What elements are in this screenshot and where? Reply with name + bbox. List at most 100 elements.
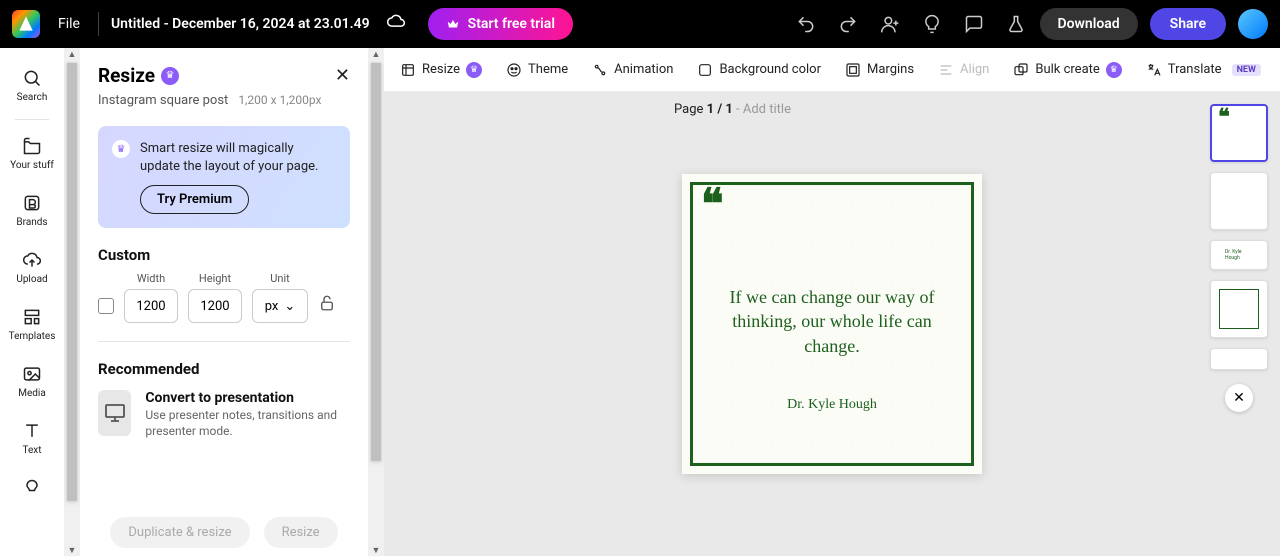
nav-upload[interactable]: Upload [0, 242, 64, 293]
nav-upload-label: Upload [16, 274, 47, 285]
promo-text: Smart resize will magically update the l… [140, 140, 336, 175]
start-trial-button[interactable]: Start free trial [428, 8, 573, 40]
panel-dimensions: 1,200 x 1,200px [238, 93, 321, 108]
cb-animation[interactable]: Animation [592, 62, 673, 78]
try-premium-button[interactable]: Try Premium [140, 185, 249, 214]
quote-frame[interactable]: ❝ If we can change our way of thinking, … [690, 182, 974, 466]
nav-media[interactable]: Media [0, 356, 64, 407]
user-avatar[interactable] [1238, 9, 1268, 39]
nav-more[interactable] [0, 470, 64, 506]
lightbulb-icon[interactable] [920, 12, 944, 36]
thumbnail-5[interactable] [1210, 348, 1268, 370]
cb-translate-label: Translate [1168, 62, 1222, 77]
thumbnail-1[interactable]: ❝ [1210, 104, 1268, 162]
panel-scrollbar-right[interactable]: ▲ ▼ [368, 48, 384, 556]
duplicate-resize-button[interactable]: Duplicate & resize [110, 517, 249, 548]
premium-promo: ♛ Smart resize will magically update the… [98, 126, 350, 228]
cb-align-label: Align [960, 62, 989, 77]
new-badge: NEW [1232, 64, 1261, 76]
custom-heading: Custom [98, 246, 350, 264]
nav-templates-label: Templates [9, 331, 56, 342]
beaker-icon[interactable] [1004, 12, 1028, 36]
height-input[interactable] [188, 289, 242, 323]
unit-value: px [265, 299, 279, 314]
invite-icon[interactable] [878, 12, 902, 36]
aspect-lock-checkbox[interactable] [98, 298, 114, 314]
cb-resize-label: Resize [422, 62, 460, 77]
artboard[interactable]: ❝ If we can change our way of thinking, … [682, 174, 982, 474]
close-thumbnails-button[interactable]: ✕ [1225, 384, 1253, 412]
file-menu[interactable]: File [52, 12, 86, 36]
nav-brands[interactable]: Brands [0, 185, 64, 236]
height-label: Height [199, 272, 231, 285]
nav-media-label: Media [18, 388, 46, 399]
canvas-stage[interactable]: Page 1 / 1 - Add title ❝ If we can chang… [384, 92, 1280, 556]
cb-margins-label: Margins [867, 62, 914, 77]
cb-theme[interactable]: Theme [506, 62, 568, 78]
page-thumbnails: ❝ Dr. Kyle Hough ✕ [1210, 104, 1268, 412]
quote-text[interactable]: If we can change our way of thinking, ou… [713, 285, 951, 358]
panel-title: Resize [98, 64, 155, 87]
cb-resize[interactable]: Resize ♛ [400, 62, 482, 78]
nav-search[interactable]: Search [0, 60, 64, 111]
scroll-up-icon[interactable]: ▲ [370, 48, 382, 60]
add-title-hint[interactable]: - Add title [733, 102, 791, 117]
promo-crown-icon: ♛ [112, 140, 130, 158]
download-button[interactable]: Download [1040, 8, 1138, 40]
context-toolbar: Resize ♛ Theme Animation Background colo… [384, 48, 1280, 92]
page-indicator[interactable]: Page 1 / 1 - Add title [674, 102, 791, 117]
cb-align: Align [938, 62, 989, 78]
cb-margins[interactable]: Margins [845, 62, 914, 78]
cloud-sync-icon[interactable] [386, 12, 406, 36]
divider [15, 119, 49, 120]
left-navigation: Search Your stuff Brands Upload Template… [0, 48, 64, 556]
rec-title: Convert to presentation [145, 390, 350, 406]
thumbnail-3[interactable]: Dr. Kyle Hough [1210, 240, 1268, 270]
premium-crown-icon: ♛ [1106, 62, 1122, 78]
premium-crown-icon: ♛ [161, 67, 179, 85]
quotation-mark-icon[interactable]: ❝ [701, 193, 724, 218]
thumbnail-4[interactable] [1210, 280, 1268, 338]
nav-text-label: Text [22, 445, 41, 456]
resize-button[interactable]: Resize [264, 517, 338, 548]
divider [98, 12, 99, 36]
width-input[interactable] [124, 289, 178, 323]
nav-templates[interactable]: Templates [0, 299, 64, 350]
scroll-down-icon[interactable]: ▼ [370, 544, 382, 556]
trial-label: Start free trial [468, 16, 555, 32]
cb-theme-label: Theme [528, 62, 568, 77]
cb-animation-label: Animation [614, 62, 673, 77]
premium-crown-icon: ♛ [466, 62, 482, 78]
cb-bgcolor[interactable]: Background color [697, 62, 821, 78]
document-title[interactable]: Untitled - December 16, 2024 at 23.01.49 [111, 16, 370, 32]
cb-translate[interactable]: Translate NEW [1146, 62, 1261, 78]
share-button[interactable]: Share [1150, 8, 1226, 40]
lock-icon[interactable] [318, 294, 336, 316]
undo-icon[interactable] [794, 12, 818, 36]
resize-panel: Resize ♛ ✕ Instagram square post 1,200 x… [80, 48, 368, 556]
app-logo[interactable] [12, 10, 40, 38]
redo-icon[interactable] [836, 12, 860, 36]
width-label: Width [137, 272, 165, 285]
page-number: 1 / 1 [707, 102, 733, 117]
unit-select[interactable]: px ⌄ [252, 289, 308, 323]
close-panel-button[interactable]: ✕ [335, 65, 350, 86]
scroll-thumb[interactable] [66, 62, 78, 502]
chevron-down-icon: ⌄ [284, 299, 295, 314]
nav-search-label: Search [17, 92, 48, 103]
scroll-up-icon[interactable]: ▲ [66, 48, 78, 60]
thumbnail-2[interactable] [1210, 172, 1268, 230]
quote-author[interactable]: Dr. Kyle Hough [693, 397, 971, 413]
comment-icon[interactable] [962, 12, 986, 36]
cb-bulk-label: Bulk create [1035, 62, 1099, 77]
page-prefix: Page [674, 102, 707, 117]
scroll-down-icon[interactable]: ▼ [66, 544, 78, 556]
nav-text[interactable]: Text [0, 413, 64, 464]
scroll-thumb[interactable] [370, 62, 382, 462]
recommended-item[interactable]: Convert to presentation Use presenter no… [98, 390, 350, 439]
cb-bulk[interactable]: Bulk create ♛ [1013, 62, 1121, 78]
panel-scrollbar[interactable]: ▲ ▼ [64, 48, 80, 556]
presentation-icon [98, 390, 131, 436]
nav-yourstuff[interactable]: Your stuff [0, 128, 64, 179]
nav-brands-label: Brands [16, 217, 47, 228]
